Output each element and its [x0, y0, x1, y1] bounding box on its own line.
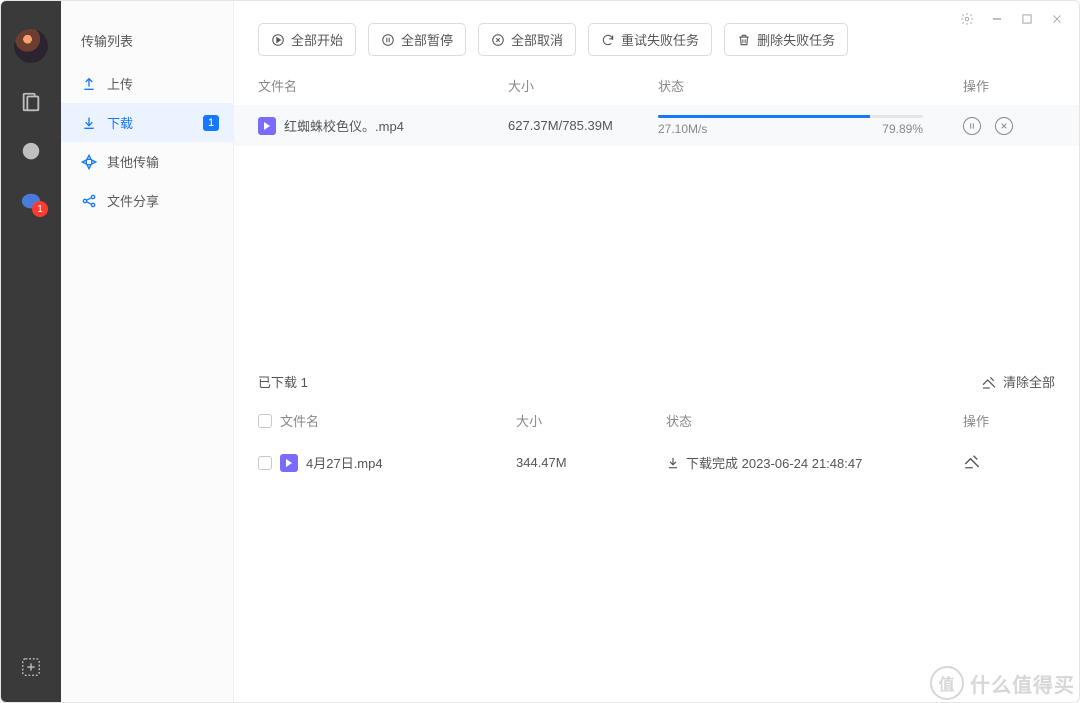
col-size: 大小: [508, 76, 658, 95]
btn-label: 重试失败任务: [621, 30, 699, 49]
app-window: 1 传输列表 上传 下载 1 其他传输 文件分享: [0, 0, 1080, 703]
pause-button[interactable]: [963, 117, 981, 135]
sidebar-item-label: 上传: [107, 74, 133, 93]
video-file-icon: [258, 117, 276, 135]
download-count-badge: 1: [203, 115, 219, 131]
btn-label: 全部暂停: [401, 30, 453, 49]
col-name: 文件名: [280, 411, 516, 430]
sidebar-item-label: 下载: [107, 113, 133, 132]
rail-chat-icon[interactable]: 1: [20, 191, 42, 213]
clear-all-button[interactable]: 清除全部: [981, 372, 1055, 391]
rail-files-icon[interactable]: [20, 91, 42, 113]
col-action: 操作: [963, 411, 1055, 430]
remove-button[interactable]: [963, 458, 981, 473]
file-name: 红蜘蛛校色仪。.mp4: [284, 116, 404, 135]
sidebar-item-label: 文件分享: [107, 191, 159, 210]
downloaded-row[interactable]: 4月27日.mp4 344.47M 下载完成 2023-06-24 21:48:…: [258, 440, 1055, 485]
chat-badge: 1: [32, 201, 48, 217]
file-size: 627.37M/785.39M: [508, 118, 658, 133]
col-status: 状态: [666, 411, 963, 430]
nav-rail: 1: [1, 1, 61, 702]
row-checkbox[interactable]: [258, 456, 272, 470]
status-text: 下载完成 2023-06-24 21:48:47: [686, 453, 862, 472]
col-name: 文件名: [258, 76, 508, 95]
col-size: 大小: [516, 411, 666, 430]
btn-label: 删除失败任务: [757, 30, 835, 49]
download-row[interactable]: 红蜘蛛校色仪。.mp4 627.37M/785.39M 27.10M/s 79.…: [234, 105, 1079, 146]
col-action: 操作: [963, 76, 1055, 95]
delete-failed-button[interactable]: 删除失败任务: [724, 23, 848, 56]
cancel-all-button[interactable]: 全部取消: [478, 23, 576, 56]
sidebar-item-label: 其他传输: [107, 152, 159, 171]
main-panel: 全部开始 全部暂停 全部取消 重试失败任务 删除失败任务 文件名 大小 状态 操…: [234, 1, 1079, 702]
toolbar: 全部开始 全部暂停 全部取消 重试失败任务 删除失败任务: [234, 1, 1079, 70]
sidebar: 传输列表 上传 下载 1 其他传输 文件分享: [61, 1, 234, 702]
sidebar-item-share[interactable]: 文件分享: [61, 181, 233, 220]
share-icon: [81, 193, 97, 209]
file-size: 344.47M: [516, 455, 666, 470]
close-button[interactable]: [1049, 11, 1065, 27]
window-controls: [959, 11, 1065, 27]
downloaded-header: 已下载 1: [258, 372, 308, 391]
progress: 27.10M/s 79.89%: [658, 115, 963, 136]
sidebar-item-other[interactable]: 其他传输: [61, 142, 233, 181]
minimize-button[interactable]: [989, 11, 1005, 27]
start-all-button[interactable]: 全部开始: [258, 23, 356, 56]
btn-label: 全部取消: [511, 30, 563, 49]
sidebar-item-upload[interactable]: 上传: [61, 64, 233, 103]
retry-failed-button[interactable]: 重试失败任务: [588, 23, 712, 56]
file-name: 4月27日.mp4: [306, 453, 383, 472]
upload-icon: [81, 76, 97, 92]
pause-all-button[interactable]: 全部暂停: [368, 23, 466, 56]
avatar[interactable]: [14, 29, 48, 63]
speed: 27.10M/s: [658, 122, 707, 136]
rail-add-icon[interactable]: [20, 656, 42, 678]
downloaded-section: 已下载 1 清除全部 文件名 大小 状态 操作 4月27日.mp4 34: [234, 366, 1079, 485]
cancel-button[interactable]: [995, 117, 1013, 135]
percent: 79.89%: [882, 122, 923, 136]
download-done-icon: [666, 456, 680, 470]
btn-label: 全部开始: [291, 30, 343, 49]
download-icon: [81, 115, 97, 131]
select-all-checkbox[interactable]: [258, 414, 272, 428]
watermark: 值 什么值得买: [930, 666, 1075, 700]
sidebar-item-download[interactable]: 下载 1: [61, 103, 233, 142]
col-status: 状态: [658, 76, 963, 95]
transfer-icon: [81, 154, 97, 170]
maximize-button[interactable]: [1019, 11, 1035, 27]
video-file-icon: [280, 454, 298, 472]
table-header: 文件名 大小 状态 操作: [234, 70, 1079, 105]
rail-message-icon[interactable]: [20, 141, 42, 163]
sidebar-title: 传输列表: [61, 31, 233, 64]
btn-label: 清除全部: [1003, 372, 1055, 391]
downloaded-table-header: 文件名 大小 状态 操作: [258, 405, 1055, 440]
settings-icon[interactable]: [959, 11, 975, 27]
